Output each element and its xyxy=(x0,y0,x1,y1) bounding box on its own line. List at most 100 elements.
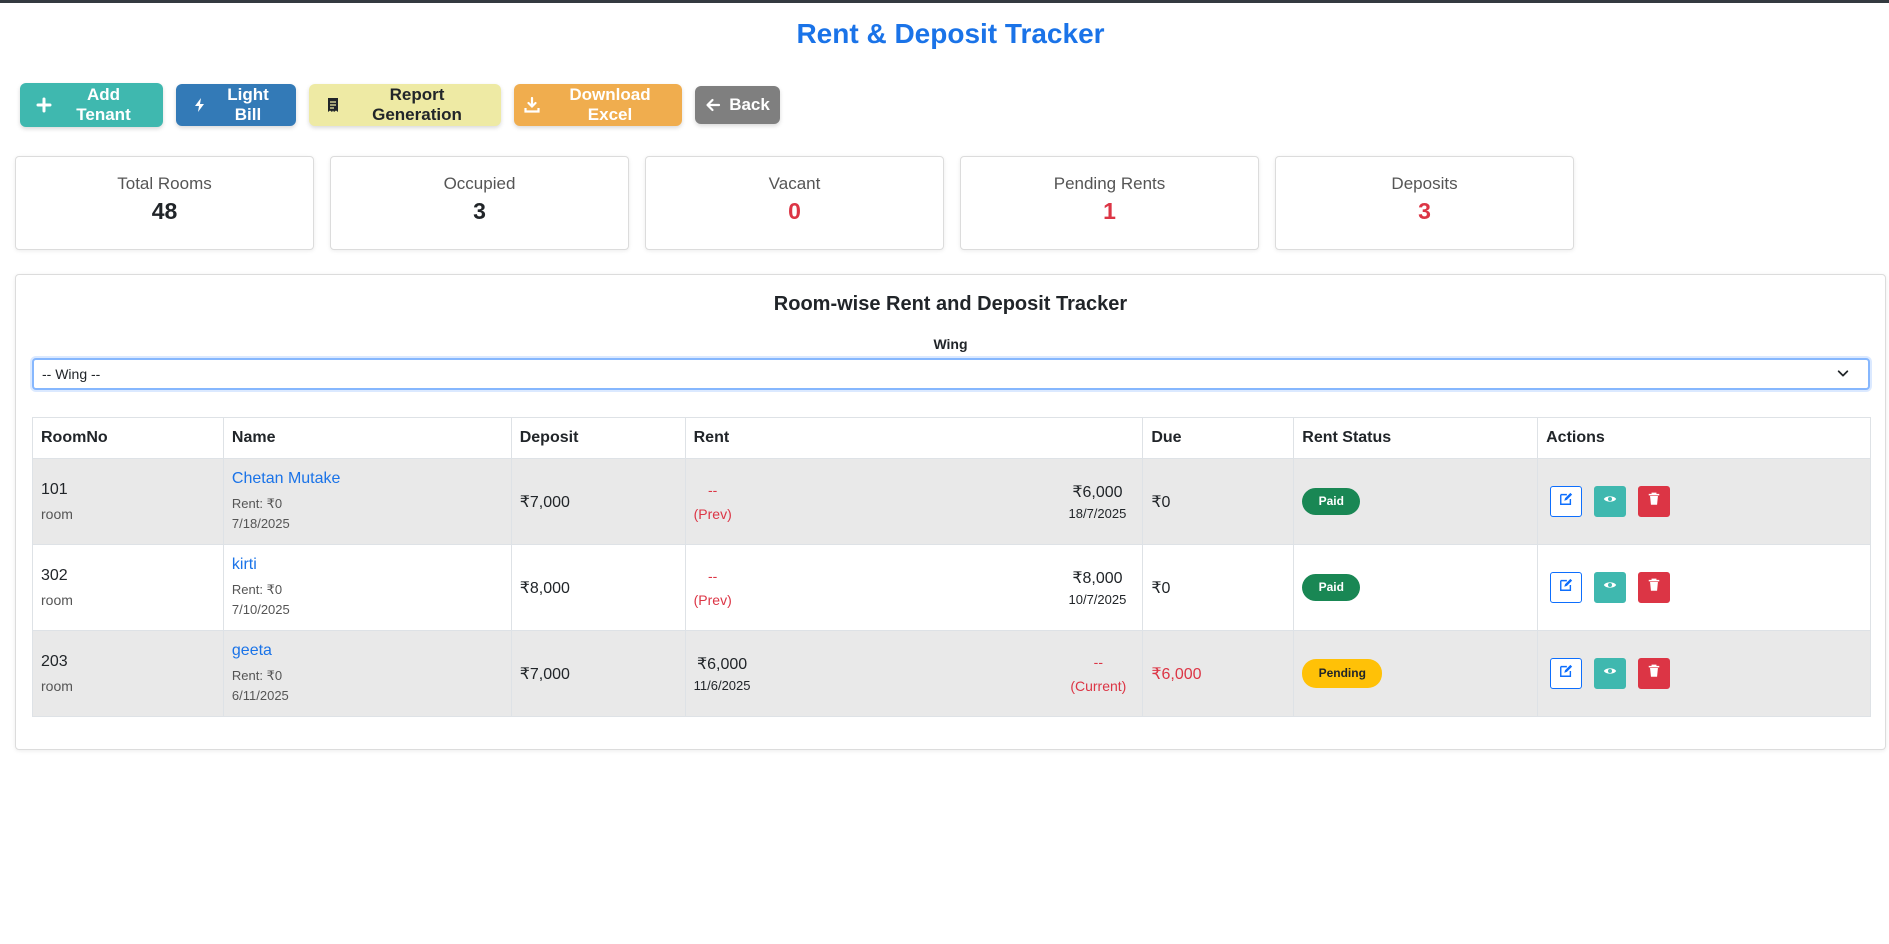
name-cell: kirti Rent: ₹0 7/10/2025 xyxy=(222,544,512,631)
prev-rent-dash: -- xyxy=(708,481,718,498)
stat-label: Total Rooms xyxy=(117,174,212,193)
prev-rent-date: 11/6/2025 xyxy=(693,678,751,693)
back-label: Back xyxy=(729,95,770,114)
name-cell: geeta Rent: ₹0 6/11/2025 xyxy=(222,630,512,717)
light-bill-label: Light Bill xyxy=(227,85,269,124)
report-generation-label: Report Generation xyxy=(372,85,462,124)
chevron-down-icon xyxy=(1836,366,1860,383)
delete-button[interactable] xyxy=(1638,572,1671,603)
plus-icon xyxy=(36,97,52,113)
wing-label: Wing xyxy=(933,336,968,352)
eye-icon xyxy=(1603,664,1617,683)
name-cell: Chetan Mutake Rent: ₹0 7/18/2025 xyxy=(222,458,512,545)
prev-rent-dash: -- xyxy=(708,567,718,584)
room-number: 302 xyxy=(41,567,68,584)
add-tenant-button[interactable]: Add Tenant xyxy=(20,83,163,127)
panel-title: Room-wise Rent and Deposit Tracker xyxy=(773,293,1128,315)
tenant-date: 7/18/2025 xyxy=(231,515,290,531)
arrow-left-icon xyxy=(705,97,721,113)
table-row: 203 room geeta Rent: ₹0 6/11/2025 ₹7,000… xyxy=(32,630,1871,717)
column-header: Deposit xyxy=(510,417,686,459)
report-generation-button[interactable]: Report Generation xyxy=(309,84,501,126)
tenant-name-link[interactable]: geeta xyxy=(232,642,503,660)
edit-button[interactable] xyxy=(1550,572,1583,603)
stat-label: Occupied xyxy=(443,174,516,193)
room-number: 203 xyxy=(41,653,68,670)
wing-select-value: -- Wing -- xyxy=(42,366,101,382)
room-type: room xyxy=(41,592,73,608)
delete-button[interactable] xyxy=(1638,486,1671,517)
view-button[interactable] xyxy=(1594,658,1627,689)
column-header: Name xyxy=(222,417,512,459)
stat-value: 3 xyxy=(473,198,486,224)
column-header: Actions xyxy=(1537,417,1871,459)
edit-button[interactable] xyxy=(1550,486,1583,517)
room-cell: 203 room xyxy=(32,630,224,717)
rent-cell: -- (Prev) ₹6,000 18/7/2025 xyxy=(684,458,1144,545)
tracker-table: RoomNo Name Deposit Rent Due Rent Status… xyxy=(32,417,1871,717)
view-button[interactable] xyxy=(1594,572,1627,603)
stat-value: 48 xyxy=(151,198,178,224)
column-header: Rent Status xyxy=(1293,417,1539,459)
stat-label: Deposits xyxy=(1391,174,1458,193)
tenant-name-link[interactable]: Chetan Mutake xyxy=(232,470,503,488)
stat-value: 0 xyxy=(788,198,801,224)
tenant-name-link[interactable]: kirti xyxy=(232,556,503,574)
page-title: Rent & Deposit Tracker xyxy=(796,18,1105,49)
actions-cell xyxy=(1537,630,1871,717)
current-rent-dash: -- xyxy=(1093,653,1103,670)
stat-label: Pending Rents xyxy=(1053,174,1166,193)
add-tenant-label: Add Tenant xyxy=(76,85,131,124)
receipt-icon xyxy=(325,97,341,113)
status-cell: Paid xyxy=(1293,544,1539,631)
status-cell: Paid xyxy=(1293,458,1539,545)
due-cell: ₹6,000 xyxy=(1142,630,1295,717)
due-cell: ₹0 xyxy=(1142,544,1295,631)
current-rent-amount: ₹6,000 xyxy=(1072,484,1123,501)
current-rent-date: 10/7/2025 xyxy=(1068,592,1127,607)
stat-vacant: Vacant 0 xyxy=(645,156,944,250)
room-type: room xyxy=(41,678,73,694)
toolbar: Add Tenant Light Bill Report Generation … xyxy=(20,83,780,127)
current-rent-label: (Current) xyxy=(1070,677,1127,694)
download-excel-label: Download Excel xyxy=(569,85,651,124)
stat-value: 3 xyxy=(1418,198,1431,224)
light-bill-button[interactable]: Light Bill xyxy=(176,84,296,126)
table-header-row: RoomNo Name Deposit Rent Due Rent Status… xyxy=(32,417,1871,459)
room-cell: 302 room xyxy=(32,544,224,631)
back-button[interactable]: Back xyxy=(695,86,780,124)
tracker-panel: Room-wise Rent and Deposit Tracker Wing … xyxy=(15,274,1886,750)
eye-icon xyxy=(1603,492,1617,511)
stat-pending-rents: Pending Rents 1 xyxy=(960,156,1259,250)
rent-cell: -- (Prev) ₹8,000 10/7/2025 xyxy=(684,544,1144,631)
trash-icon xyxy=(1647,664,1661,683)
edit-icon xyxy=(1559,492,1573,511)
actions-cell xyxy=(1537,544,1871,631)
deposit-cell: ₹7,000 xyxy=(510,458,686,545)
top-border xyxy=(0,0,1889,3)
room-type: room xyxy=(41,506,73,522)
current-rent-date: 18/7/2025 xyxy=(1068,506,1127,521)
tenant-rent: Rent: ₹0 xyxy=(231,581,283,597)
tenant-date: 7/10/2025 xyxy=(231,601,290,617)
prev-rent-label: (Prev) xyxy=(693,505,732,522)
rent-cell: ₹6,000 11/6/2025 -- (Current) xyxy=(684,630,1144,717)
download-excel-button[interactable]: Download Excel xyxy=(514,84,682,126)
column-header: Due xyxy=(1142,417,1295,459)
current-rent-amount: ₹8,000 xyxy=(1072,570,1123,587)
wing-select[interactable]: -- Wing -- xyxy=(32,358,1870,390)
view-button[interactable] xyxy=(1594,486,1627,517)
prev-rent-amount: ₹6,000 xyxy=(696,656,748,673)
table-row: 101 room Chetan Mutake Rent: ₹0 7/18/202… xyxy=(32,458,1871,545)
status-cell: Pending xyxy=(1293,630,1539,717)
column-header: Rent xyxy=(684,417,1144,459)
delete-button[interactable] xyxy=(1638,658,1671,689)
actions-cell xyxy=(1537,458,1871,545)
trash-icon xyxy=(1647,492,1661,511)
stat-occupied: Occupied 3 xyxy=(330,156,629,250)
tenant-date: 6/11/2025 xyxy=(231,687,289,703)
deposit-cell: ₹7,000 xyxy=(510,630,686,717)
edit-button[interactable] xyxy=(1550,658,1583,689)
stat-value: 1 xyxy=(1103,198,1116,224)
stats-row: Total Rooms 48 Occupied 3 Vacant 0 Pendi… xyxy=(15,156,1574,250)
